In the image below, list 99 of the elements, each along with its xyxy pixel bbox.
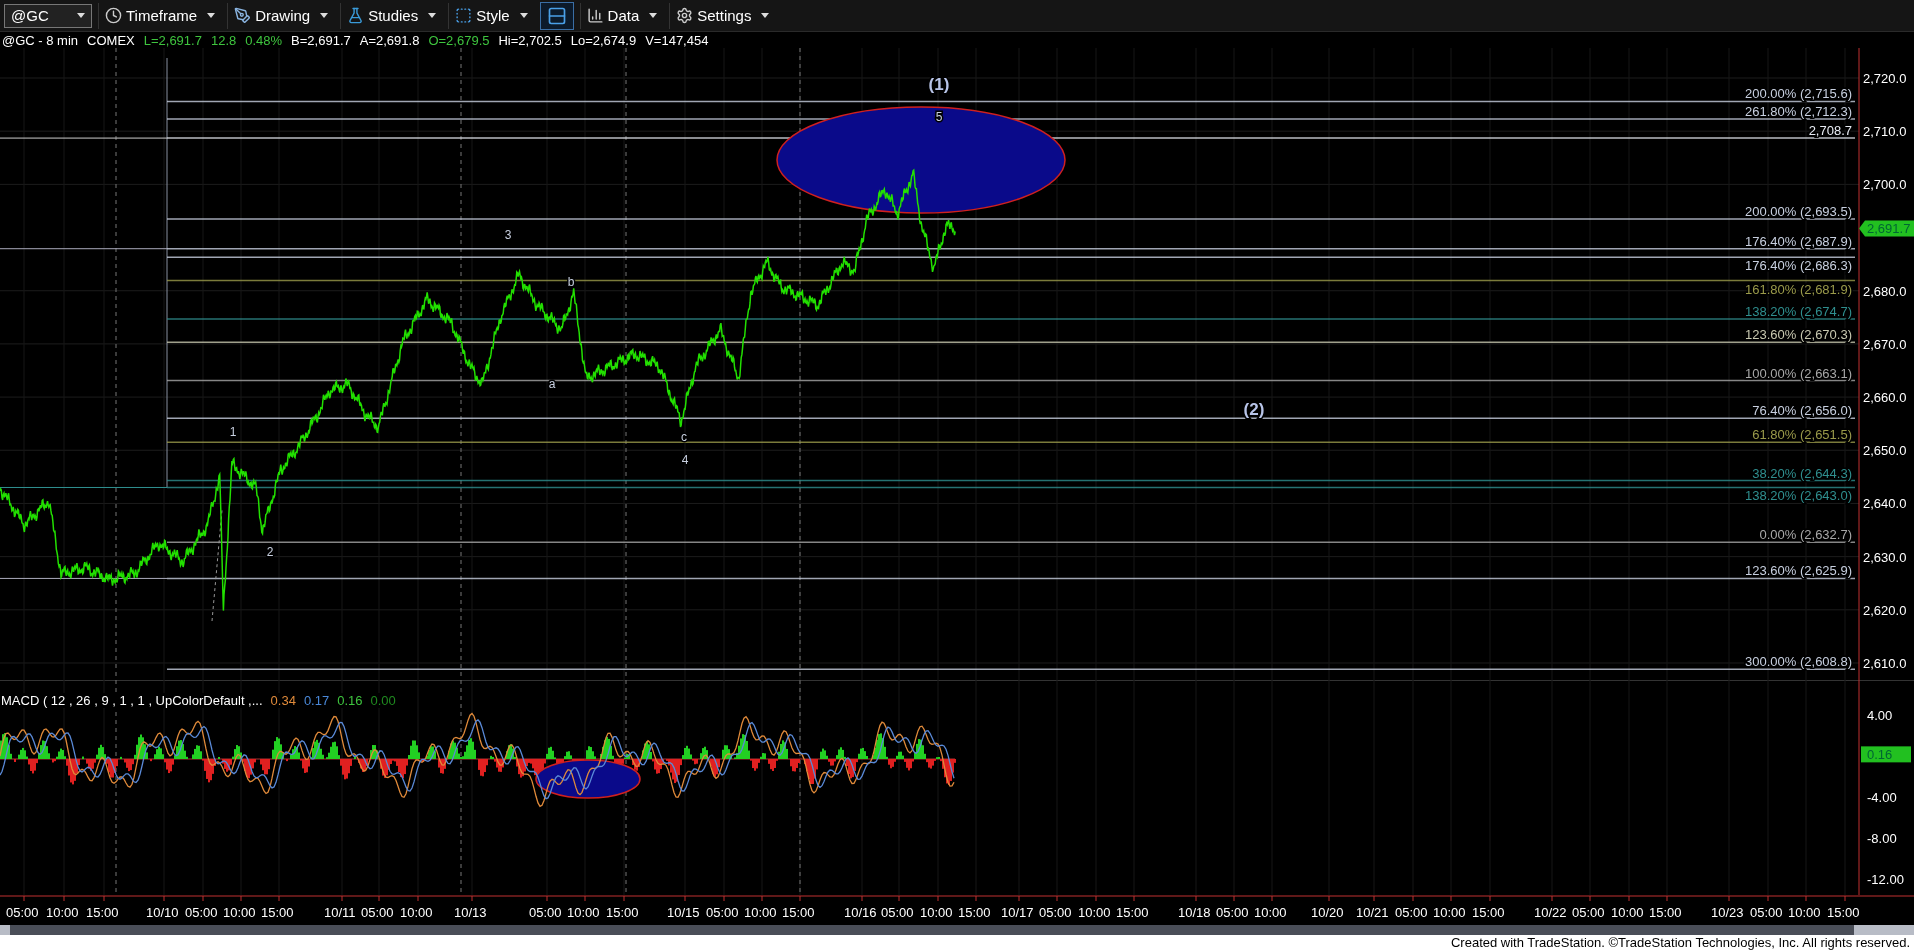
- wave-label: a: [548, 377, 556, 391]
- time-axis-label: 10:00: [1788, 905, 1821, 920]
- macd-axis-label: -8.00: [1867, 831, 1897, 846]
- toolbar-button[interactable]: Timeframe: [98, 2, 222, 29]
- macd-legend-text: 0.17: [303, 693, 330, 708]
- fib-level-label: 261.80% (2,712.3): [1745, 103, 1852, 119]
- price-axis-label: 2,720.0: [1863, 71, 1907, 86]
- fib-level-label: 161.80% (2,681.9): [1745, 281, 1852, 297]
- price-axis-label: 2,710.0: [1863, 124, 1907, 140]
- time-axis-label: 10:00: [567, 905, 600, 920]
- time-axis-label: 05:00: [706, 905, 739, 920]
- time-axis-label: 10/13: [454, 905, 487, 920]
- toolbar-button[interactable]: Data: [579, 2, 664, 29]
- time-axis-label: 10/15: [667, 905, 700, 920]
- toolbar-button[interactable]: Studies: [340, 2, 443, 29]
- time-axis-label: 05:00: [529, 905, 562, 920]
- symbol-dropdown[interactable]: @GC: [4, 3, 92, 28]
- fib-level-label: 100.00% (2,663.1): [1745, 365, 1852, 381]
- time-axis-label: 10:00: [1254, 905, 1287, 920]
- toolbar-button[interactable]: Settings: [669, 2, 776, 29]
- time-axis-label: 10:00: [920, 905, 953, 920]
- time-axis-label: 10:00: [1078, 905, 1111, 920]
- macd-legend-text: 0.00: [370, 693, 396, 708]
- time-axis-label: 10/18: [1178, 905, 1211, 920]
- macd-axis-label: 4.00: [1867, 708, 1893, 723]
- price-axis-label: 2,640.0: [1863, 496, 1907, 512]
- time-axis-label: 05:00: [1039, 905, 1072, 920]
- fib-level-label: 138.20% (2,674.7): [1745, 303, 1852, 319]
- time-axis-label: 10/22: [1534, 905, 1567, 920]
- time-axis-label: 15:00: [1649, 905, 1682, 920]
- toolbar-button[interactable]: Style: [448, 2, 534, 29]
- time-axis-label: 10:00: [744, 905, 777, 920]
- price-axis-label: 2,650.0: [1863, 443, 1907, 459]
- price-axis-label: 2,610.0: [1863, 656, 1907, 671]
- time-axis-label: 05:00: [6, 905, 39, 920]
- wave-label: 1: [229, 425, 237, 439]
- price-axis-label: 2,680.0: [1863, 283, 1907, 299]
- time-axis-label: 05:00: [1750, 905, 1783, 920]
- macd-legend-text: 0.16: [337, 693, 363, 708]
- toolbar-button[interactable]: Drawing: [227, 2, 335, 29]
- time-axis-label: 10/17: [1001, 905, 1034, 920]
- wave-label: (1): [928, 75, 950, 94]
- fib-level-label: 123.60% (2,670.3): [1745, 327, 1852, 343]
- macd-legend-text: 0.34: [270, 693, 296, 708]
- fib-level-label: 176.40% (2,686.3): [1745, 258, 1852, 274]
- price-axis-label: 2,660.0: [1863, 390, 1907, 406]
- time-axis-label: 15:00: [1827, 905, 1860, 920]
- time-axis-label: 05:00: [361, 905, 394, 920]
- time-axis-label: 15:00: [782, 905, 815, 920]
- time-axis-label: 15:00: [86, 905, 119, 920]
- fib-level-label: 38.20% (2,644.3): [1752, 465, 1852, 481]
- macd-legend-text: MACD ( 12 , 26 , 9 , 1 , 1 , UpColorDefault ,...: [1, 693, 263, 708]
- fib-level-label: 123.60% (2,625.9): [1745, 563, 1852, 579]
- time-axis-label: 10/21: [1356, 905, 1389, 920]
- time-axis-label: 10/20: [1311, 905, 1344, 920]
- time-axis-label: 10/11: [324, 905, 356, 920]
- time-axis-label: 10/16: [844, 905, 877, 920]
- time-axis-label: 10:00: [46, 905, 79, 920]
- last-price-tag: 2,691.7: [1859, 220, 1914, 237]
- macd-axis-label: -12.00: [1867, 872, 1904, 887]
- wave-label: 4: [681, 453, 689, 467]
- time-axis-label: 15:00: [261, 905, 294, 920]
- time-axis-label: 05:00: [881, 905, 914, 920]
- time-axis-label: 05:00: [1395, 905, 1428, 920]
- time-axis-label: 15:00: [606, 905, 639, 920]
- wave-label: (2): [1243, 400, 1265, 419]
- time-axis-label: 15:00: [958, 905, 991, 920]
- fib-level-label: 61.80% (2,651.5): [1752, 427, 1852, 443]
- fib-level-label: 138.20% (2,643.0): [1745, 488, 1852, 504]
- time-axis-label: 15:00: [1116, 905, 1149, 920]
- fib-level-label: 0.00% (2,632.7): [1759, 527, 1852, 543]
- price-axis-label: 2,670.0: [1863, 336, 1907, 352]
- price-axis-label: 2,620.0: [1863, 602, 1907, 618]
- macd-axis-label: -4.00: [1867, 790, 1897, 805]
- time-axis-label: 05:00: [1572, 905, 1605, 920]
- footer-credit: Created with TradeStation. ©TradeStation Technologies, Inc. All rights reserved.: [1450, 935, 1910, 950]
- wave-label: 3: [504, 228, 512, 242]
- time-axis-label: 10:00: [1433, 905, 1466, 920]
- wave-label: b: [567, 275, 575, 289]
- time-axis-label: 15:00: [1472, 905, 1505, 920]
- fib-level-label: 76.40% (2,656.0): [1752, 403, 1852, 419]
- wave-label: c: [681, 430, 687, 444]
- price-axis-label: 2,630.0: [1863, 549, 1907, 565]
- fib-level-label: 200.00% (2,715.6): [1745, 86, 1852, 102]
- time-axis-label: 10/23: [1711, 905, 1744, 920]
- time-axis-label: 10:00: [1611, 905, 1644, 920]
- time-axis-label: 05:00: [185, 905, 218, 920]
- fib-level-label: 176.40% (2,687.9): [1745, 233, 1852, 249]
- time-axis-label: 10:00: [400, 905, 433, 920]
- wave-label: 2: [266, 545, 274, 559]
- macd-value-tag: 0.16: [1861, 746, 1911, 763]
- time-axis-label: 10:00: [223, 905, 256, 920]
- price-axis-label: 2,700.0: [1863, 177, 1907, 193]
- time-axis-label: 05:00: [1216, 905, 1249, 920]
- wave-label: 5: [935, 110, 943, 124]
- fib-level-label: 300.00% (2,608.8): [1745, 654, 1852, 670]
- time-axis-label: 10/10: [146, 905, 179, 920]
- fib-level-label: 2,708.7: [1808, 123, 1852, 139]
- fib-level-label: 200.00% (2,693.5): [1745, 203, 1852, 219]
